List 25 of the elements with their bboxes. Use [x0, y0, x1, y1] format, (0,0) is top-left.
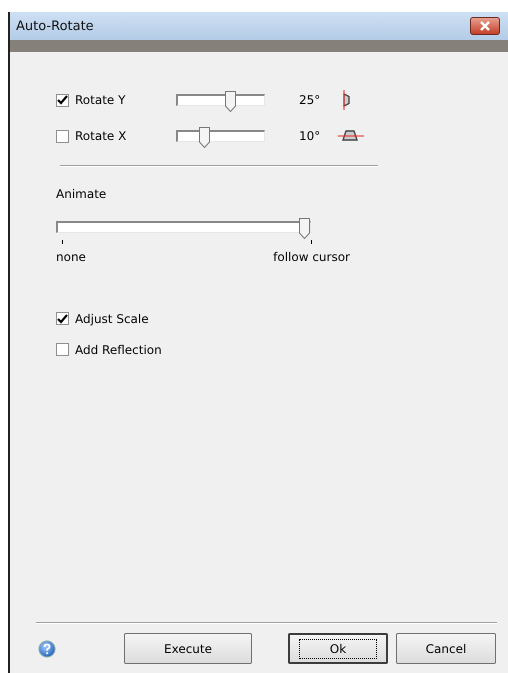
dialog-button[interactable]: Ok — [288, 633, 388, 664]
slider-thumb[interactable] — [299, 218, 310, 240]
tick-mark — [311, 240, 312, 244]
checkbox[interactable] — [56, 343, 69, 356]
checkbox[interactable] — [56, 94, 69, 106]
window-title: Auto-Rotate — [16, 18, 94, 34]
checkbox[interactable] — [56, 312, 69, 325]
max-label: follow cursor — [273, 250, 350, 264]
slider-thumb[interactable] — [224, 91, 236, 113]
checkbox-label: Rotate Y — [75, 93, 126, 107]
close-icon — [478, 21, 492, 31]
slider-thumb[interactable] — [199, 127, 210, 149]
angle-value: 10° — [299, 129, 322, 143]
checkbox-label: Add Reflection — [75, 342, 162, 356]
checkbox-label: Rotate X — [75, 129, 126, 143]
min-label: none — [56, 250, 86, 264]
angle-value: 25° — [299, 93, 322, 107]
help-icon[interactable] — [38, 640, 56, 658]
dialog-button[interactable]: Cancel — [396, 633, 496, 664]
dialog-button[interactable]: Execute — [124, 633, 252, 664]
tick-mark — [62, 240, 63, 244]
checkbox-label: Adjust Scale — [75, 312, 149, 326]
checkbox[interactable] — [56, 130, 69, 142]
section-label: Animate — [56, 187, 108, 201]
close-button[interactable] — [470, 17, 500, 35]
